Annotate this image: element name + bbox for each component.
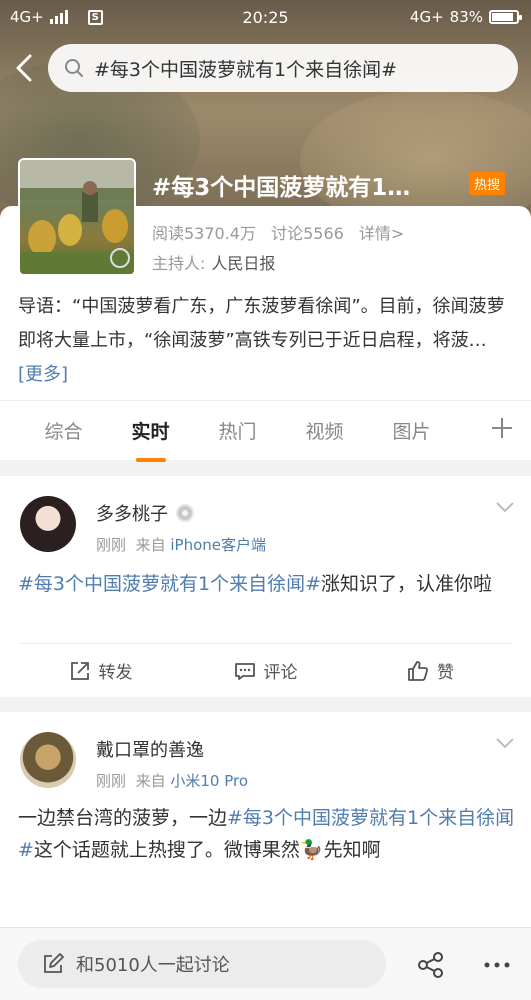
post-meta: 刚刚 来自 小米10 Pro [96, 770, 248, 791]
chevron-down-icon[interactable] [495, 736, 515, 750]
feed-post[interactable]: 戴口罩的善逸 刚刚 来自 小米10 Pro 一边禁台湾的菠萝，一边#每3个中国菠… [0, 712, 531, 932]
post-body-after: 这个话题就上热搜了。微博果然🦆先知啊 [33, 839, 381, 861]
avatar[interactable] [20, 496, 76, 552]
post-actions: 转发 评论 赞 [18, 643, 513, 697]
more-link[interactable]: [更多] [18, 364, 68, 385]
intro-text: 导语：“中国菠萝看广东，广东菠萝看徐闻”。目前，徐闻菠萝即将大量上市，“徐闻菠萝… [18, 296, 505, 351]
search-icon [65, 59, 83, 77]
comment-icon [234, 662, 255, 680]
post-text: 一边禁台湾的菠萝，一边#每3个中国菠萝就有1个来自徐闻#这个话题就上热搜了。微博… [18, 802, 518, 866]
read-count: 阅读5370.4万 [152, 224, 256, 243]
post-time: 刚刚 [96, 536, 127, 554]
hot-badge: 热搜 [469, 172, 506, 195]
topic-intro: 导语：“中国菠萝看广东，广东菠萝看徐闻”。目前，徐闻菠萝即将大量上市，“徐闻菠萝… [18, 290, 514, 392]
battery-icon [489, 10, 522, 24]
post-source: 小米10 Pro [170, 772, 249, 790]
post-source: iPhone客户端 [170, 536, 266, 554]
post-time: 刚刚 [96, 772, 127, 790]
tab-bar: 综合 实时 热门 视频 图片 [0, 400, 531, 462]
post-body-before: 一边禁台湾的菠萝，一边 [18, 807, 228, 829]
topic-host: 主持人: 人民日报 [152, 250, 275, 274]
tab-realtime[interactable]: 实时 [107, 417, 194, 462]
details-link[interactable]: 详情> [359, 224, 404, 243]
like-button[interactable]: 赞 [348, 644, 513, 697]
post-meta: 刚刚 来自 iPhone客户端 [96, 534, 266, 555]
network-indicator-right: 4G+ [409, 8, 444, 26]
topic-cover-image [18, 158, 136, 276]
like-label: 赞 [437, 663, 454, 683]
discuss-input[interactable]: 和5010人一起讨论 [18, 940, 386, 988]
post-text: #每3个中国菠萝就有1个来自徐闻#涨知识了，认准你啦 [18, 568, 518, 600]
tab-comprehensive[interactable]: 综合 [20, 417, 107, 444]
topic-title: #每3个中国菠萝就有1… [152, 175, 411, 201]
host-name[interactable]: 人民日报 [211, 254, 275, 273]
post-body: 涨知识了，认准你啦 [321, 573, 493, 595]
tab-hot[interactable]: 热门 [194, 417, 281, 444]
bottom-bar: 和5010人一起讨论 [0, 927, 531, 1000]
add-tab-icon[interactable] [489, 415, 515, 441]
chevron-down-icon[interactable] [495, 500, 515, 514]
avatar[interactable] [20, 732, 76, 788]
battery-percent: 83% [449, 8, 483, 26]
search-bar[interactable]: #每3个中国菠萝就有1个来自徐闻# [48, 44, 518, 92]
from-label: 来自 [135, 536, 166, 554]
search-query: #每3个中国菠萝就有1个来自徐闻# [94, 58, 398, 81]
username[interactable]: 戴口罩的善逸 [96, 736, 204, 762]
discuss-placeholder: 和5010人一起讨论 [76, 955, 230, 976]
repost-button[interactable]: 转发 [18, 644, 183, 697]
tab-images[interactable]: 图片 [368, 417, 455, 444]
hashtag-link[interactable]: #每3个中国菠萝就有1个来自徐闻# [18, 573, 321, 595]
more-options-icon[interactable] [482, 956, 512, 974]
status-bar: 4G+ S 20:25 4G+ 83% [0, 0, 531, 36]
thumbs-up-icon [408, 660, 429, 681]
repost-label: 转发 [98, 663, 133, 683]
discussion-count: 讨论5566 [271, 224, 344, 243]
feed-post[interactable]: 多多桃子 刚刚 来自 iPhone客户端 #每3个中国菠萝就有1个来自徐闻#涨知… [0, 476, 531, 697]
comment-label: 评论 [263, 663, 298, 683]
comment-button[interactable]: 评论 [183, 644, 348, 697]
back-button[interactable] [10, 50, 40, 86]
topic-stats: 阅读5370.4万 讨论5566 详情> [152, 220, 414, 244]
username[interactable]: 多多桃子 [96, 500, 168, 526]
repost-icon [70, 661, 89, 680]
tab-video[interactable]: 视频 [281, 417, 368, 444]
share-icon[interactable] [416, 950, 446, 980]
from-label: 来自 [135, 772, 166, 790]
medal-icon [176, 504, 194, 522]
edit-icon [44, 953, 64, 973]
host-label: 主持人: [152, 254, 206, 273]
